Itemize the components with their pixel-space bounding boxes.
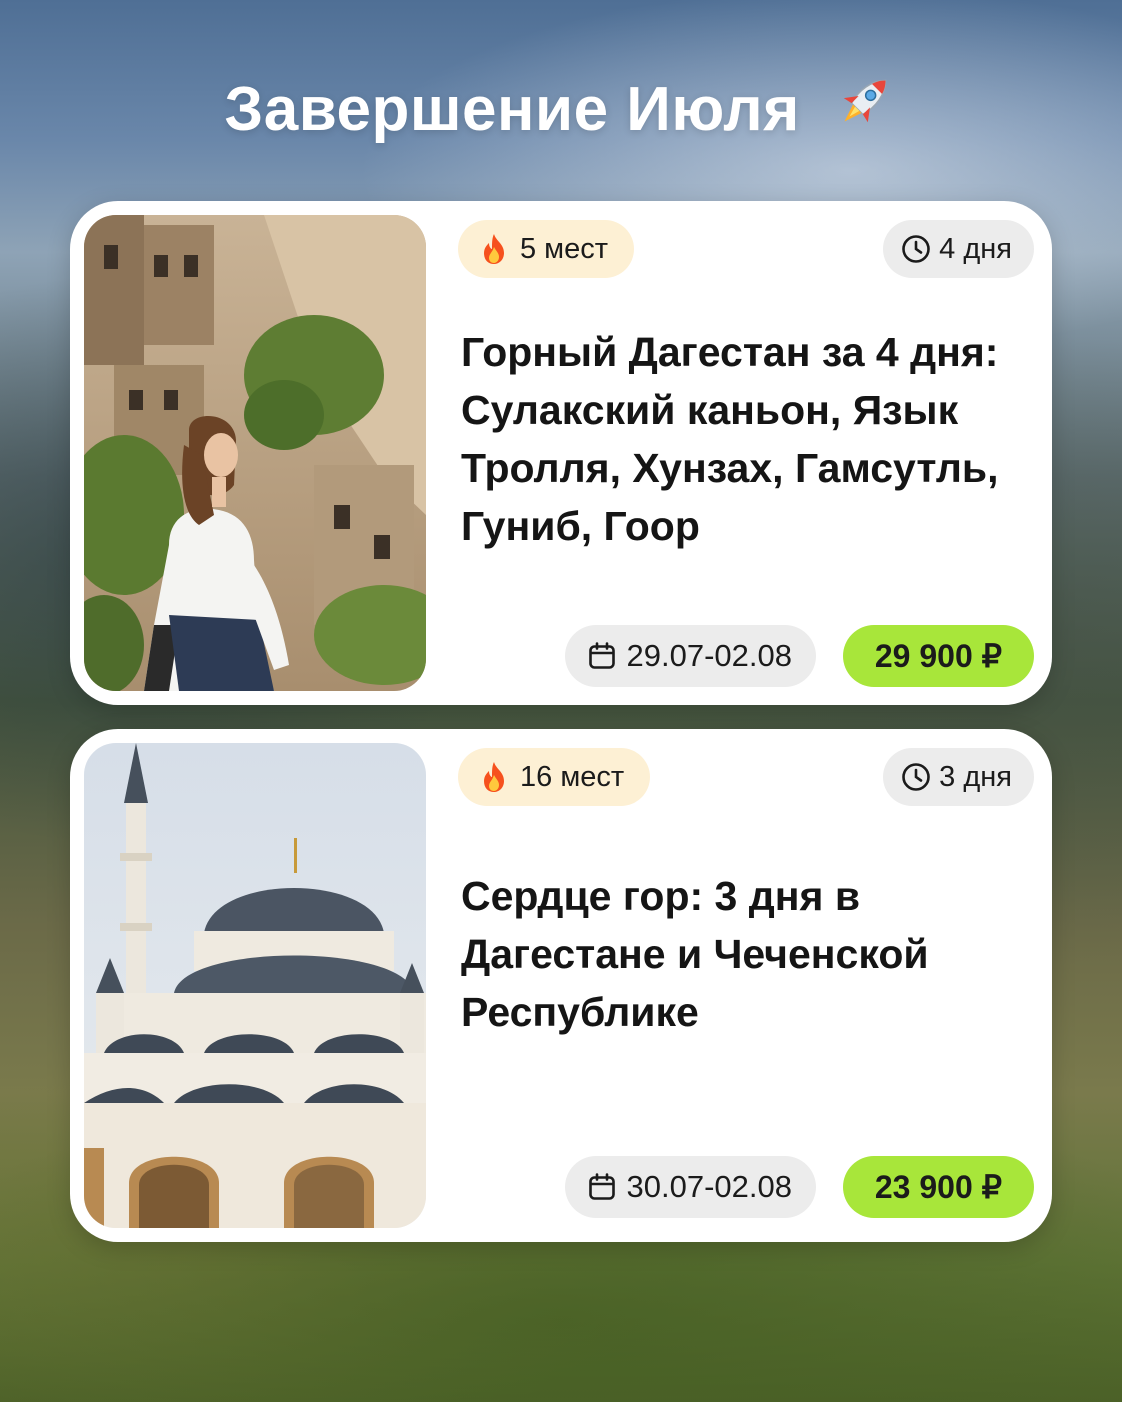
dates-badge: 30.07-02.08 [564, 1156, 816, 1218]
spots-label: 5 мест [520, 232, 609, 265]
tour-card[interactable]: 5 мест 4 дня Горный Дагестан за 4 дня: С… [70, 201, 1052, 705]
fire-icon [480, 761, 508, 793]
dates-badge: 29.07-02.08 [564, 625, 816, 687]
rocket-icon [832, 68, 898, 149]
photo-woman-ancient-ruins [84, 215, 426, 691]
duration-badge: 3 дня [883, 748, 1034, 806]
duration-badge: 4 дня [883, 220, 1034, 278]
price-button[interactable]: 29 900 ₽ [842, 625, 1034, 687]
photo-mosque [84, 743, 426, 1228]
clock-icon [901, 234, 931, 264]
spots-label: 16 мест [520, 760, 625, 793]
page-title: Завершение Июля [0, 74, 1122, 149]
price-button[interactable]: 23 900 ₽ [842, 1156, 1034, 1218]
tour-title[interactable]: Горный Дагестан за 4 дня: Сулакский кань… [461, 323, 1041, 555]
duration-label: 4 дня [939, 232, 1012, 265]
tour-card[interactable]: 16 мест 3 дня Сердце гор: 3 дня в Дагест… [70, 729, 1052, 1242]
tour-title[interactable]: Сердце гор: 3 дня в Дагестане и Чеченско… [461, 867, 1041, 1041]
dates-label: 30.07-02.08 [626, 1169, 792, 1204]
calendar-icon [587, 641, 617, 671]
clock-icon [901, 762, 931, 792]
calendar-icon [587, 1172, 617, 1202]
duration-label: 3 дня [939, 760, 1012, 793]
page-title-text: Завершение Июля [224, 75, 800, 144]
spots-badge: 5 мест [458, 220, 635, 278]
dates-label: 29.07-02.08 [626, 638, 792, 673]
spots-badge: 16 мест [458, 748, 651, 806]
fire-icon [480, 233, 508, 265]
